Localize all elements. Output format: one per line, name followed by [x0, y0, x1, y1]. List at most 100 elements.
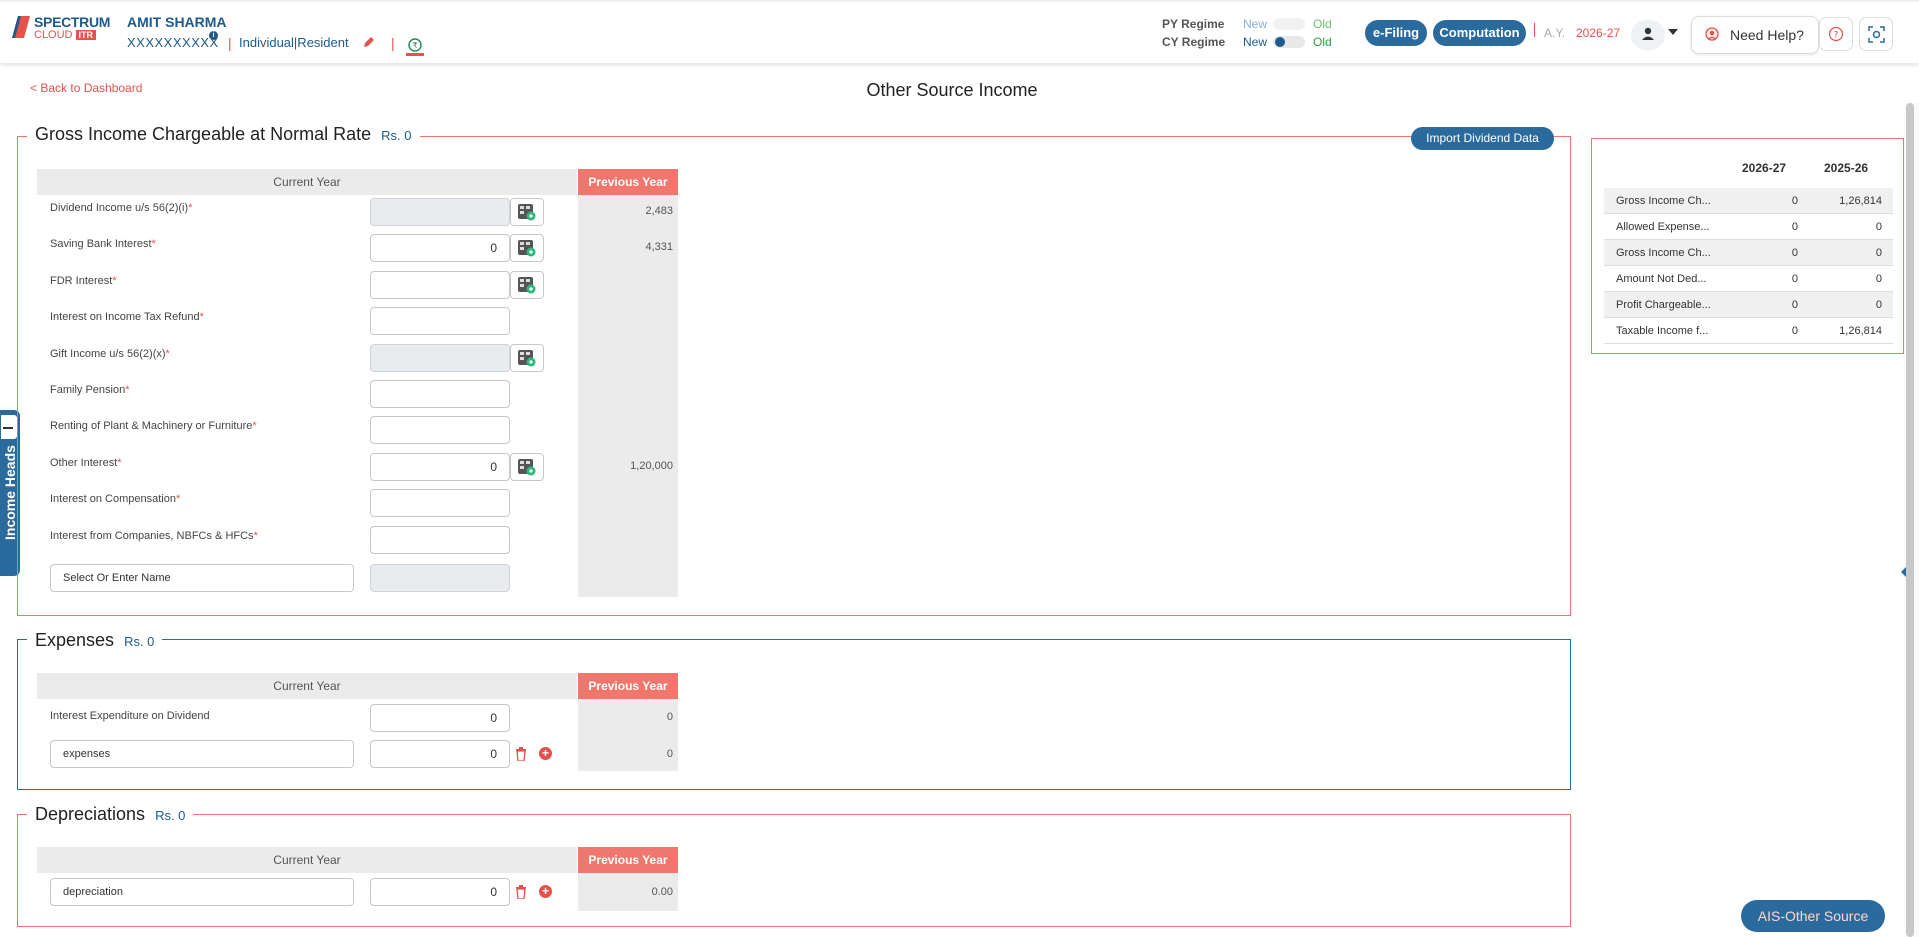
cy-regime-toggle[interactable] [1273, 36, 1305, 48]
income-row-label: Gift Income u/s 56(2)(x)* [50, 348, 170, 360]
label-text: FDR Interest [50, 275, 113, 287]
required-marker: * [151, 238, 156, 250]
custom-income-value-input[interactable] [370, 564, 510, 592]
page-title: Other Source Income [866, 80, 1038, 100]
income-row-label: Interest from Companies, NBFCs & HFCs* [50, 530, 258, 542]
ais-other-source-button[interactable]: AIS-Other Source [1741, 900, 1885, 932]
summary-row-previous: 0 [1875, 273, 1882, 285]
delete-icon[interactable] [515, 885, 527, 899]
delete-icon[interactable] [515, 747, 527, 761]
select-or-enter-name-field[interactable]: Select Or Enter Name [50, 564, 354, 592]
income-amount-input[interactable] [370, 489, 510, 517]
income-row-label: Interest on Income Tax Refund* [50, 311, 204, 323]
need-help-label: Need Help? [1730, 27, 1804, 43]
py-regime-new: New [1243, 17, 1268, 31]
label-text: Interest on Income Tax Refund [50, 311, 200, 323]
py-regime-label: PY Regime [1162, 17, 1225, 31]
screen-capture-button[interactable] [1859, 17, 1893, 51]
panel-expand-icon[interactable] [1901, 567, 1906, 577]
section-amount: Rs. 0 [381, 128, 412, 143]
collapse-button[interactable] [0, 414, 18, 440]
income-amount-input[interactable]: 0 [370, 453, 510, 481]
logo-badge-itr: ITR [75, 30, 97, 40]
current-year-header: Current Year [37, 673, 577, 699]
calculator-button[interactable] [510, 453, 544, 481]
income-amount-input[interactable] [370, 344, 510, 372]
summary-row-name: Amount Not Ded... [1616, 273, 1707, 285]
cy-regime-label: CY Regime [1162, 35, 1226, 49]
computation-button[interactable]: Computation [1433, 20, 1526, 46]
edit-pencil-icon[interactable] [362, 35, 376, 49]
income-amount-input[interactable] [370, 380, 510, 408]
divider: | [391, 35, 395, 51]
label-text: Interest from Companies, NBFCs & HFCs [50, 530, 254, 542]
add-row-icon[interactable]: + [539, 747, 552, 760]
summary-row-name: Allowed Expense... [1616, 221, 1710, 233]
summary-row-name: Gross Income Ch... [1616, 247, 1711, 259]
summary-row-current: 0 [1791, 221, 1798, 233]
label-text: Interest on Compensation [50, 493, 176, 505]
depreciation-name-input[interactable]: depreciation [50, 878, 354, 906]
label-text: Gift Income u/s 56(2)(x) [50, 348, 166, 360]
divider: | [228, 35, 232, 51]
summary-row-current: 0 [1791, 247, 1798, 259]
previous-year-value: 1,20,000 [630, 460, 673, 472]
need-help-button[interactable]: Need Help? [1691, 16, 1819, 54]
required-marker: * [253, 530, 258, 542]
logo-text-cloud: CLOUD ITR [34, 29, 97, 41]
calculator-icon [518, 350, 536, 367]
info-icon[interactable]: i [209, 31, 218, 40]
e-filing-button[interactable]: e-Filing [1365, 20, 1427, 46]
income-amount-input[interactable]: 0 [370, 234, 510, 262]
calculator-button[interactable] [510, 344, 544, 372]
calculator-icon [518, 204, 536, 221]
required-marker: * [188, 202, 193, 214]
summary-row-name: Gross Income Ch... [1616, 195, 1711, 207]
income-row-label: Interest on Compensation* [50, 493, 180, 505]
interest-expenditure-input[interactable]: 0 [370, 704, 510, 732]
expense-amount-input[interactable]: 0 [370, 740, 510, 768]
summary-panel: 2026-27 2025-26 Gross Income Ch... 0 1,26,… [1591, 138, 1904, 354]
add-row-icon[interactable]: + [539, 885, 552, 898]
income-amount-input[interactable] [370, 307, 510, 335]
calculator-button[interactable] [510, 198, 544, 226]
calculator-icon [518, 240, 536, 257]
label-text: Saving Bank Interest [50, 238, 152, 250]
summary-row: Gross Income Ch... 0 1,26,814 [1604, 188, 1893, 214]
expense-py-value: 0 [666, 748, 673, 760]
calculator-icon [518, 277, 536, 294]
summary-row: Taxable Income f... 0 1,26,814 [1604, 318, 1893, 344]
import-dividend-data-button[interactable]: Import Dividend Data [1411, 127, 1554, 150]
required-marker: * [125, 384, 130, 396]
summary-row-current: 0 [1791, 273, 1798, 285]
income-amount-input[interactable] [370, 526, 510, 554]
help-question-button[interactable]: ? [1819, 17, 1853, 51]
py-regime-toggle [1273, 18, 1305, 30]
calculator-button[interactable] [510, 234, 544, 262]
income-amount-input[interactable] [370, 416, 510, 444]
previous-year-header: Previous Year [578, 169, 678, 195]
expense-name-input[interactable]: expenses [50, 740, 354, 768]
summary-row: Allowed Expense... 0 0 [1604, 214, 1893, 240]
label-text: Dividend Income u/s 56(2)(i) [50, 202, 189, 214]
user-pan: XXXXXXXXXX [127, 35, 219, 50]
ay-value[interactable]: 2026-27 [1576, 26, 1620, 40]
scrollbar-thumb[interactable] [1906, 103, 1914, 937]
depreciation-amount-input[interactable]: 0 [370, 878, 510, 906]
income-amount-input[interactable] [370, 271, 510, 299]
chevron-down-icon[interactable] [1668, 29, 1678, 35]
previous-year-column [578, 195, 678, 597]
svg-text:₹: ₹ [412, 41, 417, 50]
calculator-button[interactable] [510, 271, 544, 299]
logo-mark-icon [12, 16, 30, 38]
previous-year-value: 2,483 [645, 205, 673, 217]
ay-label: A.Y. [1544, 26, 1566, 40]
taxpayer-status[interactable]: Individual|Resident [239, 35, 349, 50]
label-text: Other Interest [50, 457, 118, 469]
required-marker: * [175, 493, 181, 505]
summary-row: Profit Chargeable... 0 0 [1604, 292, 1893, 318]
spectrum-logo[interactable]: SPECTRUM CLOUD ITR [10, 13, 114, 41]
income-amount-input[interactable] [370, 198, 510, 226]
user-menu-button[interactable] [1631, 20, 1665, 50]
summary-row-previous: 1,26,814 [1839, 325, 1882, 337]
